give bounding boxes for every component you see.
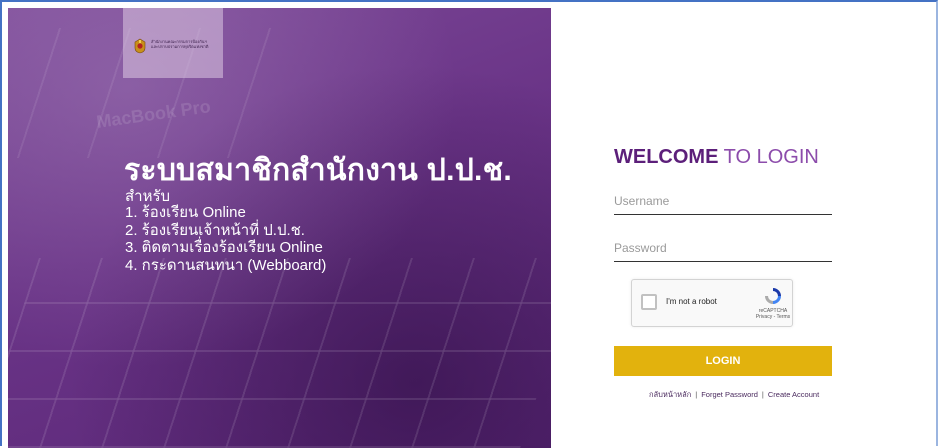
recaptcha-widget: I'm not a robot reCAPTCHA Privacy - Term… (631, 279, 793, 327)
footer-links: กลับหน้าหลัก | Forget Password | Create Acco… (649, 389, 819, 401)
welcome-heading: WELCOME TO LOGIN (614, 146, 819, 169)
login-panel: WELCOME TO LOGIN I'm not a robot reCAPTC… (551, 8, 936, 448)
recaptcha-brand: reCAPTCHA Privacy - Terms (750, 308, 796, 320)
keyboard-background (8, 258, 551, 448)
nacc-logo-box[interactable]: สำนักงานคณะกรรมการป้องกันฯ และปราบปรามกา… (123, 8, 223, 78)
page-frame: MacBook Pro สำนักงานคณะกรรมการป้องกันฯ แ… (0, 0, 938, 448)
nacc-seal-icon (134, 38, 146, 54)
login-button[interactable]: LOGIN (614, 346, 832, 376)
feature-item-track-complaint: 3. ติดตามเรื่องร้องเรียน Online (125, 239, 323, 256)
feature-item-webboard: 4. กระดานสนทนา (Webboard) (125, 256, 327, 274)
logo-text-line2: และปราบปรามการทุจริตแห่งชาติ (151, 44, 209, 49)
welcome-bold: WELCOME (614, 146, 719, 168)
forgot-password-link[interactable]: Forget Password (701, 390, 758, 399)
link-separator: | (761, 390, 764, 399)
hero-panel: MacBook Pro สำนักงานคณะกรรมการป้องกันฯ แ… (8, 8, 551, 448)
feature-item-officer-complaint: 2. ร้องเรียนเจ้าหน้าที่ ป.ป.ช. (125, 221, 305, 239)
recaptcha-label: I'm not a robot (666, 297, 717, 306)
password-input[interactable] (614, 235, 832, 262)
back-to-home-link[interactable]: กลับหน้าหลัก (649, 390, 691, 399)
feature-item-online-complaint: 1. ร้องเรียน Online (125, 204, 246, 221)
recaptcha-logo-icon (765, 288, 781, 304)
logo-text: สำนักงานคณะกรรมการป้องกันฯ และปราบปรามกา… (151, 39, 221, 49)
link-separator: | (695, 390, 698, 399)
welcome-rest: TO LOGIN (718, 146, 819, 168)
recaptcha-privacy-terms[interactable]: Privacy - Terms (750, 314, 796, 320)
recaptcha-checkbox[interactable] (641, 294, 657, 310)
create-account-link[interactable]: Create Account (768, 390, 819, 399)
feature-list: 1. ร้องเรียน Online 2. ร้องเรียนเจ้าหน้า… (125, 204, 326, 274)
system-title: ระบบสมาชิกสำนักงาน ป.ป.ช. (124, 154, 512, 187)
username-input[interactable] (614, 188, 832, 215)
